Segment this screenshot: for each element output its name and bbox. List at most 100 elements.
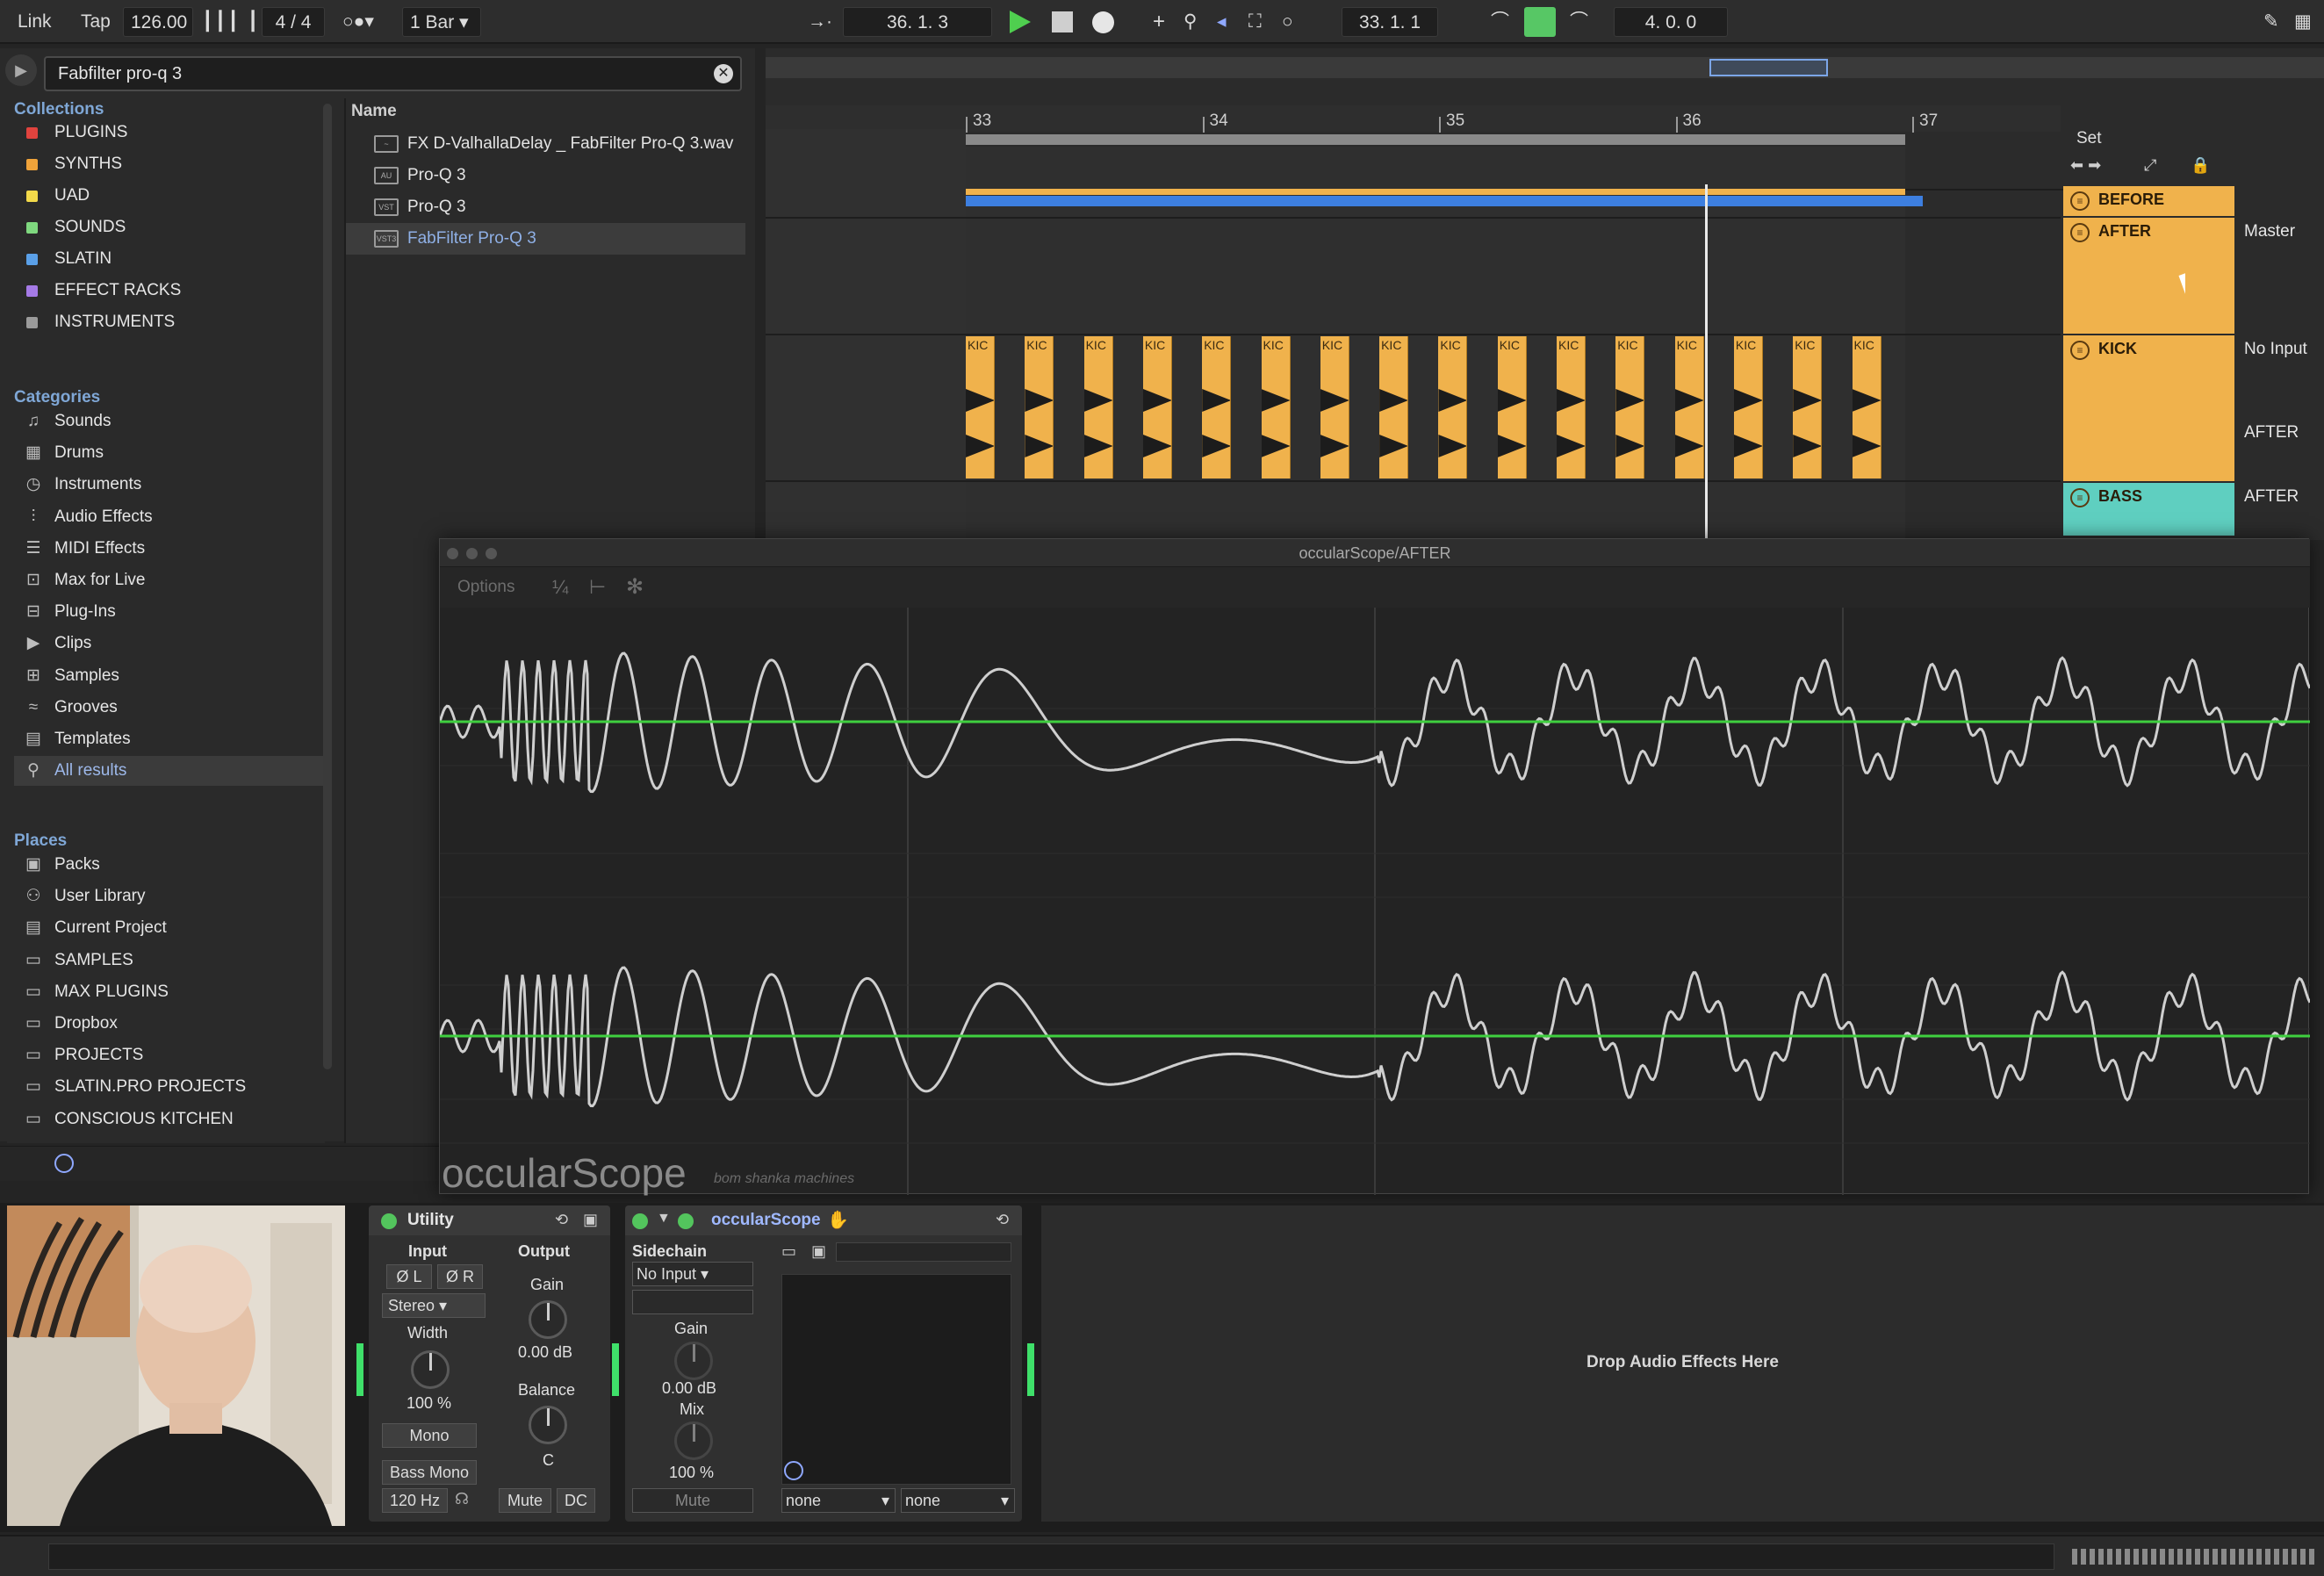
collection-item[interactable]: PLUGINS <box>14 118 323 148</box>
category-item[interactable]: ▶ Clips <box>14 629 323 658</box>
collection-item[interactable]: SOUNDS <box>14 212 323 242</box>
category-item[interactable]: ♫ Sounds <box>14 407 323 436</box>
draw-mode-icon[interactable]: ✎ <box>2256 7 2286 37</box>
category-item[interactable]: ▤ Templates <box>14 724 323 754</box>
phase-left-button[interactable]: Ø L <box>386 1264 432 1289</box>
category-item[interactable]: ⚲ All results <box>14 756 323 787</box>
hot-swap-icon[interactable]: ⟲ <box>996 1211 1009 1229</box>
category-item[interactable]: ⊟ Plug-Ins <box>14 597 323 627</box>
expand-icon[interactable]: ⤢ <box>2144 156 2156 175</box>
collapse-icon[interactable]: ▼ <box>657 1211 671 1227</box>
device-on-icon[interactable] <box>632 1213 648 1229</box>
category-item[interactable]: ▦ Drums <box>14 438 323 468</box>
overview-viewport[interactable] <box>1709 59 1828 76</box>
track-fold-icon[interactable]: ≡ <box>2070 191 2090 211</box>
hand-icon[interactable]: ✋ <box>827 1209 849 1231</box>
punch-icon[interactable]: ⛶ <box>1241 7 1269 37</box>
preset-name-field[interactable] <box>836 1242 1011 1262</box>
lock-icon[interactable]: 🔒 <box>2191 156 2210 175</box>
loop-length-field[interactable]: 4. 0. 0 <box>1614 7 1728 37</box>
bar-number[interactable]: 35 <box>1446 112 1464 131</box>
kick-clip[interactable]: KIC <box>966 336 995 479</box>
track-io[interactable]: AFTER <box>2244 423 2299 443</box>
track-fold-icon[interactable]: ≡ <box>2070 223 2090 242</box>
settings-icon[interactable]: ✻ <box>626 574 644 600</box>
kick-clip[interactable]: KIC <box>1202 336 1232 479</box>
track-fold-icon[interactable]: ≡ <box>2070 341 2090 360</box>
scope-cursor-icon[interactable] <box>784 1461 803 1480</box>
session-record-icon[interactable]: ○ <box>1275 7 1300 37</box>
width-knob[interactable] <box>411 1350 450 1389</box>
sc-gain-knob[interactable] <box>674 1342 713 1380</box>
track-header[interactable]: ≡ BASS <box>2063 483 2234 536</box>
mode-select-1[interactable]: none ▾ <box>781 1488 896 1513</box>
clear-search-icon[interactable]: ✕ <box>714 64 733 83</box>
occularscope-header[interactable]: ▼ occularScope ✋ ⟲ <box>625 1205 1022 1235</box>
collection-item[interactable]: SYNTHS <box>14 149 323 179</box>
sidechain-source-select[interactable] <box>632 1290 753 1314</box>
place-item[interactable]: ▭ MAX PLUGINS <box>14 977 323 1007</box>
device-on-icon[interactable] <box>381 1213 397 1229</box>
kick-clip[interactable]: KIC <box>1320 336 1349 479</box>
sc-mute-button[interactable]: Mute <box>632 1488 753 1513</box>
collection-item[interactable]: SLATIN <box>14 244 323 274</box>
punch-out-icon[interactable]: ⌒ <box>1563 7 1595 37</box>
collection-item[interactable]: UAD <box>14 181 323 211</box>
bass-mono-button[interactable]: Bass Mono <box>382 1460 477 1485</box>
kick-clip[interactable]: KIC <box>1497 336 1527 479</box>
browser-search-input[interactable]: Fabfilter pro-q 3 ✕ <box>44 56 742 91</box>
category-item[interactable]: ⊡ Max for Live <box>14 565 323 595</box>
track-header[interactable]: ≡ AFTER <box>2063 218 2234 334</box>
place-item[interactable]: ▭ CONSCIOUS KITCHEN <box>14 1105 323 1134</box>
file-list-item[interactable]: ~ FX D-ValhallaDelay _ FabFilter Pro-Q 3.… <box>346 128 745 160</box>
collection-item[interactable]: INSTRUMENTS <box>14 307 323 337</box>
place-item[interactable]: ▭ SLATIN.PRO PROJECTS <box>14 1072 323 1102</box>
category-item[interactable]: ⫶ Audio Effects <box>14 502 323 532</box>
category-item[interactable]: ☰ MIDI Effects <box>14 534 323 564</box>
mini-scope-display[interactable] <box>781 1274 1011 1485</box>
save-icon[interactable]: ▣ <box>811 1242 826 1261</box>
loop-start-field[interactable]: 33. 1. 1 <box>1342 7 1438 37</box>
place-item[interactable]: ▭ PROJECTS <box>14 1040 323 1070</box>
trigger-icon[interactable]: ⊢ <box>589 576 606 599</box>
track-io[interactable]: Master <box>2244 222 2295 241</box>
sc-mix-knob[interactable] <box>674 1421 713 1460</box>
place-item[interactable]: ▭ SAMPLES <box>14 946 323 975</box>
mini-track-overview[interactable] <box>2072 1549 2318 1565</box>
bar-number[interactable]: 33 <box>973 112 991 131</box>
overview-bar[interactable] <box>766 57 2324 78</box>
automation-arm-icon[interactable]: ⚲ <box>1176 7 1204 37</box>
save-preset-icon[interactable]: ▣ <box>583 1211 598 1229</box>
kick-clip[interactable]: KIC <box>1142 336 1172 479</box>
kick-clip[interactable]: KIC <box>1379 336 1409 479</box>
edit-icon[interactable] <box>678 1213 694 1229</box>
overdub-icon[interactable]: + <box>1146 7 1172 37</box>
place-item[interactable]: ▤ Current Project <box>14 913 323 943</box>
track-io[interactable]: AFTER <box>2244 487 2299 507</box>
keyboard-icon[interactable]: ▦ <box>2287 7 2319 37</box>
scope-title-bar[interactable]: occularScope/AFTER <box>440 539 2310 567</box>
kick-clip[interactable]: KIC <box>1025 336 1054 479</box>
playhead[interactable] <box>1705 184 1708 540</box>
kick-clip[interactable]: KIC <box>1083 336 1113 479</box>
name-column-header[interactable]: Name <box>351 102 397 121</box>
punch-in-icon[interactable]: ⌒ <box>1484 7 1516 37</box>
category-item[interactable]: ≈ Grooves <box>14 693 323 723</box>
track-io[interactable]: No Input <box>2244 340 2307 359</box>
set-button[interactable]: Set <box>2076 129 2102 148</box>
sidebar-scrollbar[interactable] <box>323 104 332 1069</box>
dc-button[interactable]: DC <box>557 1488 595 1513</box>
follow-icon[interactable]: →· <box>801 7 839 37</box>
play-icon[interactable] <box>1010 11 1031 33</box>
stop-icon[interactable] <box>1052 11 1073 32</box>
kick-clip[interactable]: KIC <box>1674 336 1704 479</box>
category-item[interactable]: ◷ Instruments <box>14 470 323 500</box>
before-clip[interactable] <box>966 189 1905 195</box>
utility-header[interactable]: Utility ⟲ ▣ <box>369 1205 610 1235</box>
time-signature-field[interactable]: 4 / 4 <box>262 7 325 37</box>
kick-clip[interactable]: KIC <box>1557 336 1586 479</box>
sidechain-input-select[interactable]: No Input ▾ <box>632 1262 753 1286</box>
track-header[interactable]: ≡ KICK <box>2063 335 2234 481</box>
place-item[interactable]: ▭ Dropbox <box>14 1009 323 1039</box>
track-fold-icon[interactable]: ≡ <box>2070 488 2090 507</box>
